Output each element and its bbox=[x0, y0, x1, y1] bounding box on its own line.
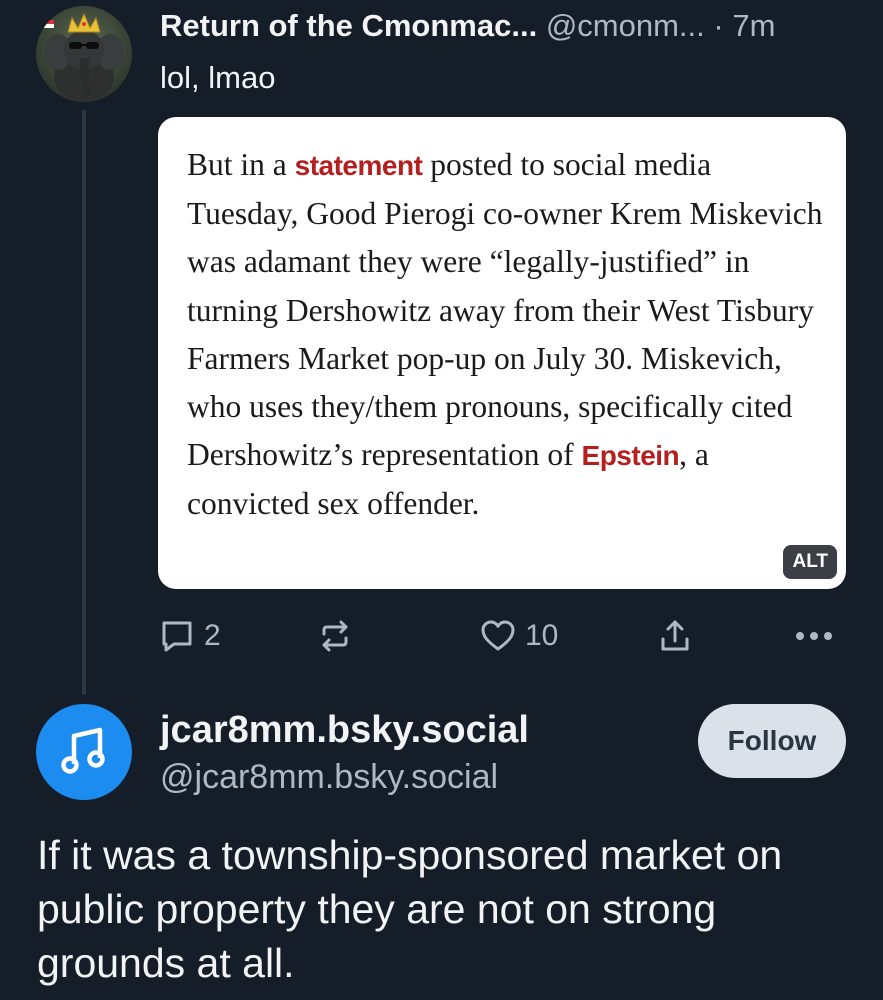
post-parent[interactable]: Return of the Cmonmac... @cmonm... · 7m … bbox=[0, 0, 883, 700]
share-icon bbox=[661, 620, 689, 651]
share-button[interactable] bbox=[656, 612, 694, 660]
more-icon bbox=[796, 632, 832, 640]
embed-link-epstein: Epstein bbox=[581, 440, 680, 472]
follow-button[interactable]: Follow bbox=[698, 704, 846, 778]
reply-icon bbox=[162, 621, 192, 652]
author-display-name[interactable]: jcar8mm.bsky.social bbox=[160, 708, 529, 752]
author-display-name[interactable]: Return of the Cmonmac... bbox=[160, 8, 537, 43]
post-text: lol, lmao bbox=[160, 60, 276, 95]
avatar-cmonmac[interactable] bbox=[36, 6, 132, 102]
author-handle[interactable]: @cmonm... bbox=[546, 8, 705, 43]
like-count: 10 bbox=[525, 619, 559, 652]
repost-icon bbox=[322, 620, 348, 652]
thread-connector-line bbox=[82, 110, 86, 695]
heart-icon bbox=[481, 620, 515, 651]
elephant-avatar-icon bbox=[44, 12, 124, 102]
embedded-article-text: But in a statement posted to social medi… bbox=[187, 141, 827, 529]
avatar-jcar8mm[interactable] bbox=[36, 704, 132, 800]
post-action-bar: 2 10 bbox=[0, 612, 883, 660]
embed-text-segment: But in a bbox=[187, 147, 295, 182]
post-timestamp[interactable]: 7m bbox=[732, 8, 775, 43]
embed-text-segment: posted to social media Tuesday, Good Pie… bbox=[187, 147, 823, 473]
author-handle[interactable]: @jcar8mm.bsky.social bbox=[160, 756, 498, 798]
like-button[interactable]: 10 bbox=[479, 612, 558, 660]
music-note-icon bbox=[61, 727, 105, 774]
post-header: Return of the Cmonmac... @cmonm... · 7m bbox=[160, 6, 860, 46]
reply-button[interactable]: 2 bbox=[158, 612, 221, 660]
post-text: If it was a township-sponsored market on… bbox=[37, 832, 783, 986]
reply-count: 2 bbox=[204, 619, 221, 652]
more-options-button[interactable] bbox=[794, 612, 834, 660]
alt-text-badge[interactable]: ALT bbox=[783, 545, 837, 579]
embed-link-statement: statement bbox=[294, 150, 423, 181]
repost-button[interactable] bbox=[316, 612, 354, 660]
separator-dot: · bbox=[713, 8, 724, 43]
embedded-image[interactable]: But in a statement posted to social medi… bbox=[158, 117, 846, 589]
